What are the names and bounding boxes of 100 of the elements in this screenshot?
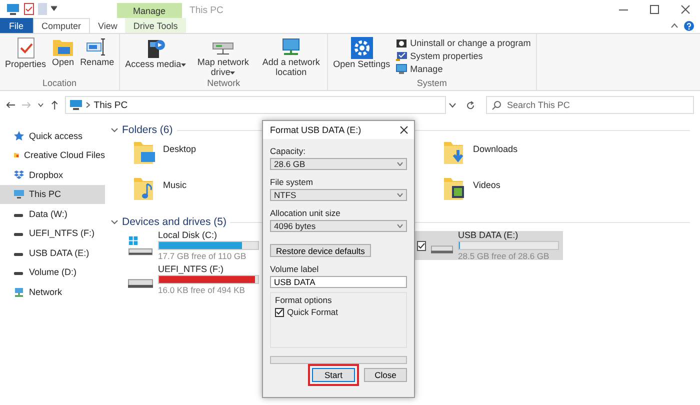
refresh-icon[interactable] bbox=[466, 100, 475, 110]
field-label: Allocation unit size bbox=[270, 208, 342, 218]
drive-name: Local Disk (C:) bbox=[158, 230, 218, 240]
drive-icon bbox=[128, 279, 153, 288]
group-label: System bbox=[416, 78, 448, 90]
group-label: Location bbox=[42, 78, 78, 90]
nav-item[interactable]: Quick access bbox=[0, 126, 105, 146]
free-space: 28.5 GB free of 28.6 GB bbox=[458, 251, 550, 261]
system-drive-icon bbox=[127, 234, 154, 258]
settings-icon bbox=[350, 37, 373, 59]
caret-icon bbox=[230, 71, 236, 75]
ribbon-button[interactable]: Manage bbox=[394, 63, 533, 75]
folder-name[interactable]: Videos bbox=[473, 180, 500, 190]
checkbox[interactable] bbox=[275, 308, 284, 317]
help-icon[interactable] bbox=[684, 20, 694, 30]
free-space: 17.7 GB free of 110 GB bbox=[158, 251, 248, 261]
search-field[interactable]: Search This PC bbox=[486, 96, 694, 114]
field-label: Capacity: bbox=[270, 146, 306, 156]
ribbon-button[interactable]: Map network drive bbox=[190, 36, 256, 78]
monitor-icon bbox=[396, 64, 408, 74]
drive-tile[interactable]: Local Disk (C:) 17.7 GB free of 110 GB bbox=[123, 231, 263, 260]
folder-icon[interactable] bbox=[443, 176, 467, 202]
nav-item[interactable]: Dropbox bbox=[0, 165, 105, 184]
address-bar[interactable]: This PC bbox=[64, 96, 446, 114]
check-icon bbox=[418, 242, 425, 248]
dropdown[interactable]: NTFS bbox=[270, 189, 407, 202]
dropbox-icon bbox=[14, 170, 24, 180]
ribbon-button[interactable]: Uninstall or change a program bbox=[394, 37, 533, 49]
chevron-down-icon bbox=[397, 193, 403, 198]
check-icon bbox=[276, 309, 283, 316]
chevron-right-icon bbox=[86, 102, 90, 108]
drive-tile[interactable]: UEFI_NTFS (F:) 16.0 KB free of 494 KB bbox=[123, 265, 263, 294]
checklist-icon[interactable] bbox=[24, 3, 34, 15]
computer-icon[interactable] bbox=[6, 3, 20, 15]
dropdown-icon[interactable] bbox=[51, 6, 57, 12]
free-space: 16.0 KB free of 494 KB bbox=[158, 285, 246, 295]
dropdown[interactable]: 4096 bytes bbox=[270, 220, 407, 232]
chevron-icon[interactable] bbox=[111, 218, 118, 226]
restore-defaults-button[interactable]: Restore device defaults bbox=[270, 244, 371, 258]
computer-icon bbox=[70, 100, 82, 110]
checkbox[interactable] bbox=[417, 240, 426, 250]
folder-name[interactable]: Music bbox=[163, 180, 187, 190]
dialog-title: Format USB DATA (E:) bbox=[270, 125, 362, 136]
drive-name: UEFI_NTFS (F:) bbox=[158, 264, 224, 274]
nav-item[interactable]: Data (W:) bbox=[0, 204, 105, 224]
chevron-down-icon bbox=[397, 162, 403, 166]
folder-icon bbox=[14, 150, 19, 160]
dropdown[interactable]: 28.6 GB bbox=[270, 158, 407, 170]
chevron-up-icon[interactable] bbox=[671, 23, 678, 28]
folder-icon bbox=[52, 37, 74, 57]
ribbon-button[interactable]: Open Settings bbox=[331, 36, 392, 78]
group-title: Format options bbox=[275, 295, 333, 306]
ribbon-button[interactable]: Properties bbox=[3, 36, 48, 78]
chevron-down-icon bbox=[397, 224, 403, 228]
nav-item[interactable]: Creative Cloud Files bbox=[0, 146, 105, 165]
section-header: Devices and drives (5) bbox=[122, 216, 226, 228]
ribbon-tab[interactable]: Drive Tools bbox=[125, 18, 186, 33]
close-icon[interactable] bbox=[681, 4, 690, 14]
contextual-tab-header: Manage bbox=[117, 3, 182, 18]
ribbon-tab[interactable]: File bbox=[0, 18, 33, 33]
group-label: Network bbox=[206, 78, 242, 90]
back-icon[interactable] bbox=[6, 101, 16, 109]
drive-tile[interactable]: USB DATA (E:) 28.5 GB free of 28.6 GB bbox=[413, 231, 563, 260]
ribbon-button[interactable]: Access media bbox=[123, 36, 188, 78]
volume-label-field[interactable]: USB DATA bbox=[270, 276, 407, 288]
dropdown-icon[interactable] bbox=[38, 103, 44, 107]
computer-icon bbox=[14, 189, 24, 200]
search-icon bbox=[492, 101, 501, 110]
ribbon-tab[interactable]: Computer bbox=[32, 18, 90, 33]
nav-item[interactable]: Network bbox=[0, 282, 105, 302]
nav-item[interactable]: UEFI_NTFS (F:) bbox=[0, 224, 105, 243]
ribbon-button[interactable]: Rename bbox=[78, 36, 116, 78]
checkbox-label[interactable]: Quick Format bbox=[287, 307, 338, 318]
properties-icon bbox=[16, 37, 35, 59]
nav-item[interactable]: Volume (D:) bbox=[0, 262, 105, 282]
maximize-icon[interactable] bbox=[650, 4, 659, 14]
nav-item[interactable]: This PC bbox=[0, 184, 105, 204]
ribbon-button[interactable]: Add a network location bbox=[258, 36, 324, 78]
dialog-button[interactable]: Start bbox=[312, 368, 355, 382]
field-label: Volume label bbox=[270, 264, 320, 274]
network-icon bbox=[14, 286, 24, 297]
address-path: This PC bbox=[94, 100, 128, 110]
chevron-icon[interactable] bbox=[111, 126, 118, 134]
folder-name[interactable]: Desktop bbox=[163, 144, 196, 154]
camera-box-icon bbox=[396, 38, 408, 48]
ribbon-tab[interactable]: View bbox=[90, 18, 126, 33]
network-location-icon bbox=[280, 37, 302, 57]
caret-icon bbox=[181, 63, 186, 67]
up-icon[interactable] bbox=[50, 100, 58, 110]
field-label: File system bbox=[270, 177, 314, 188]
window-title: This PC bbox=[190, 4, 224, 18]
monitor-check-icon bbox=[396, 51, 408, 61]
folder-name[interactable]: Downloads bbox=[473, 144, 518, 154]
dialog-button[interactable]: Close bbox=[364, 368, 407, 382]
ribbon-button[interactable]: System properties bbox=[394, 50, 533, 62]
dropdown-icon[interactable] bbox=[449, 102, 456, 108]
close-icon[interactable] bbox=[400, 126, 408, 134]
nav-item[interactable]: USB DATA (E:) bbox=[0, 243, 105, 262]
ribbon-button[interactable]: Open bbox=[50, 36, 76, 78]
drive-name: USB DATA (E:) bbox=[458, 230, 520, 240]
